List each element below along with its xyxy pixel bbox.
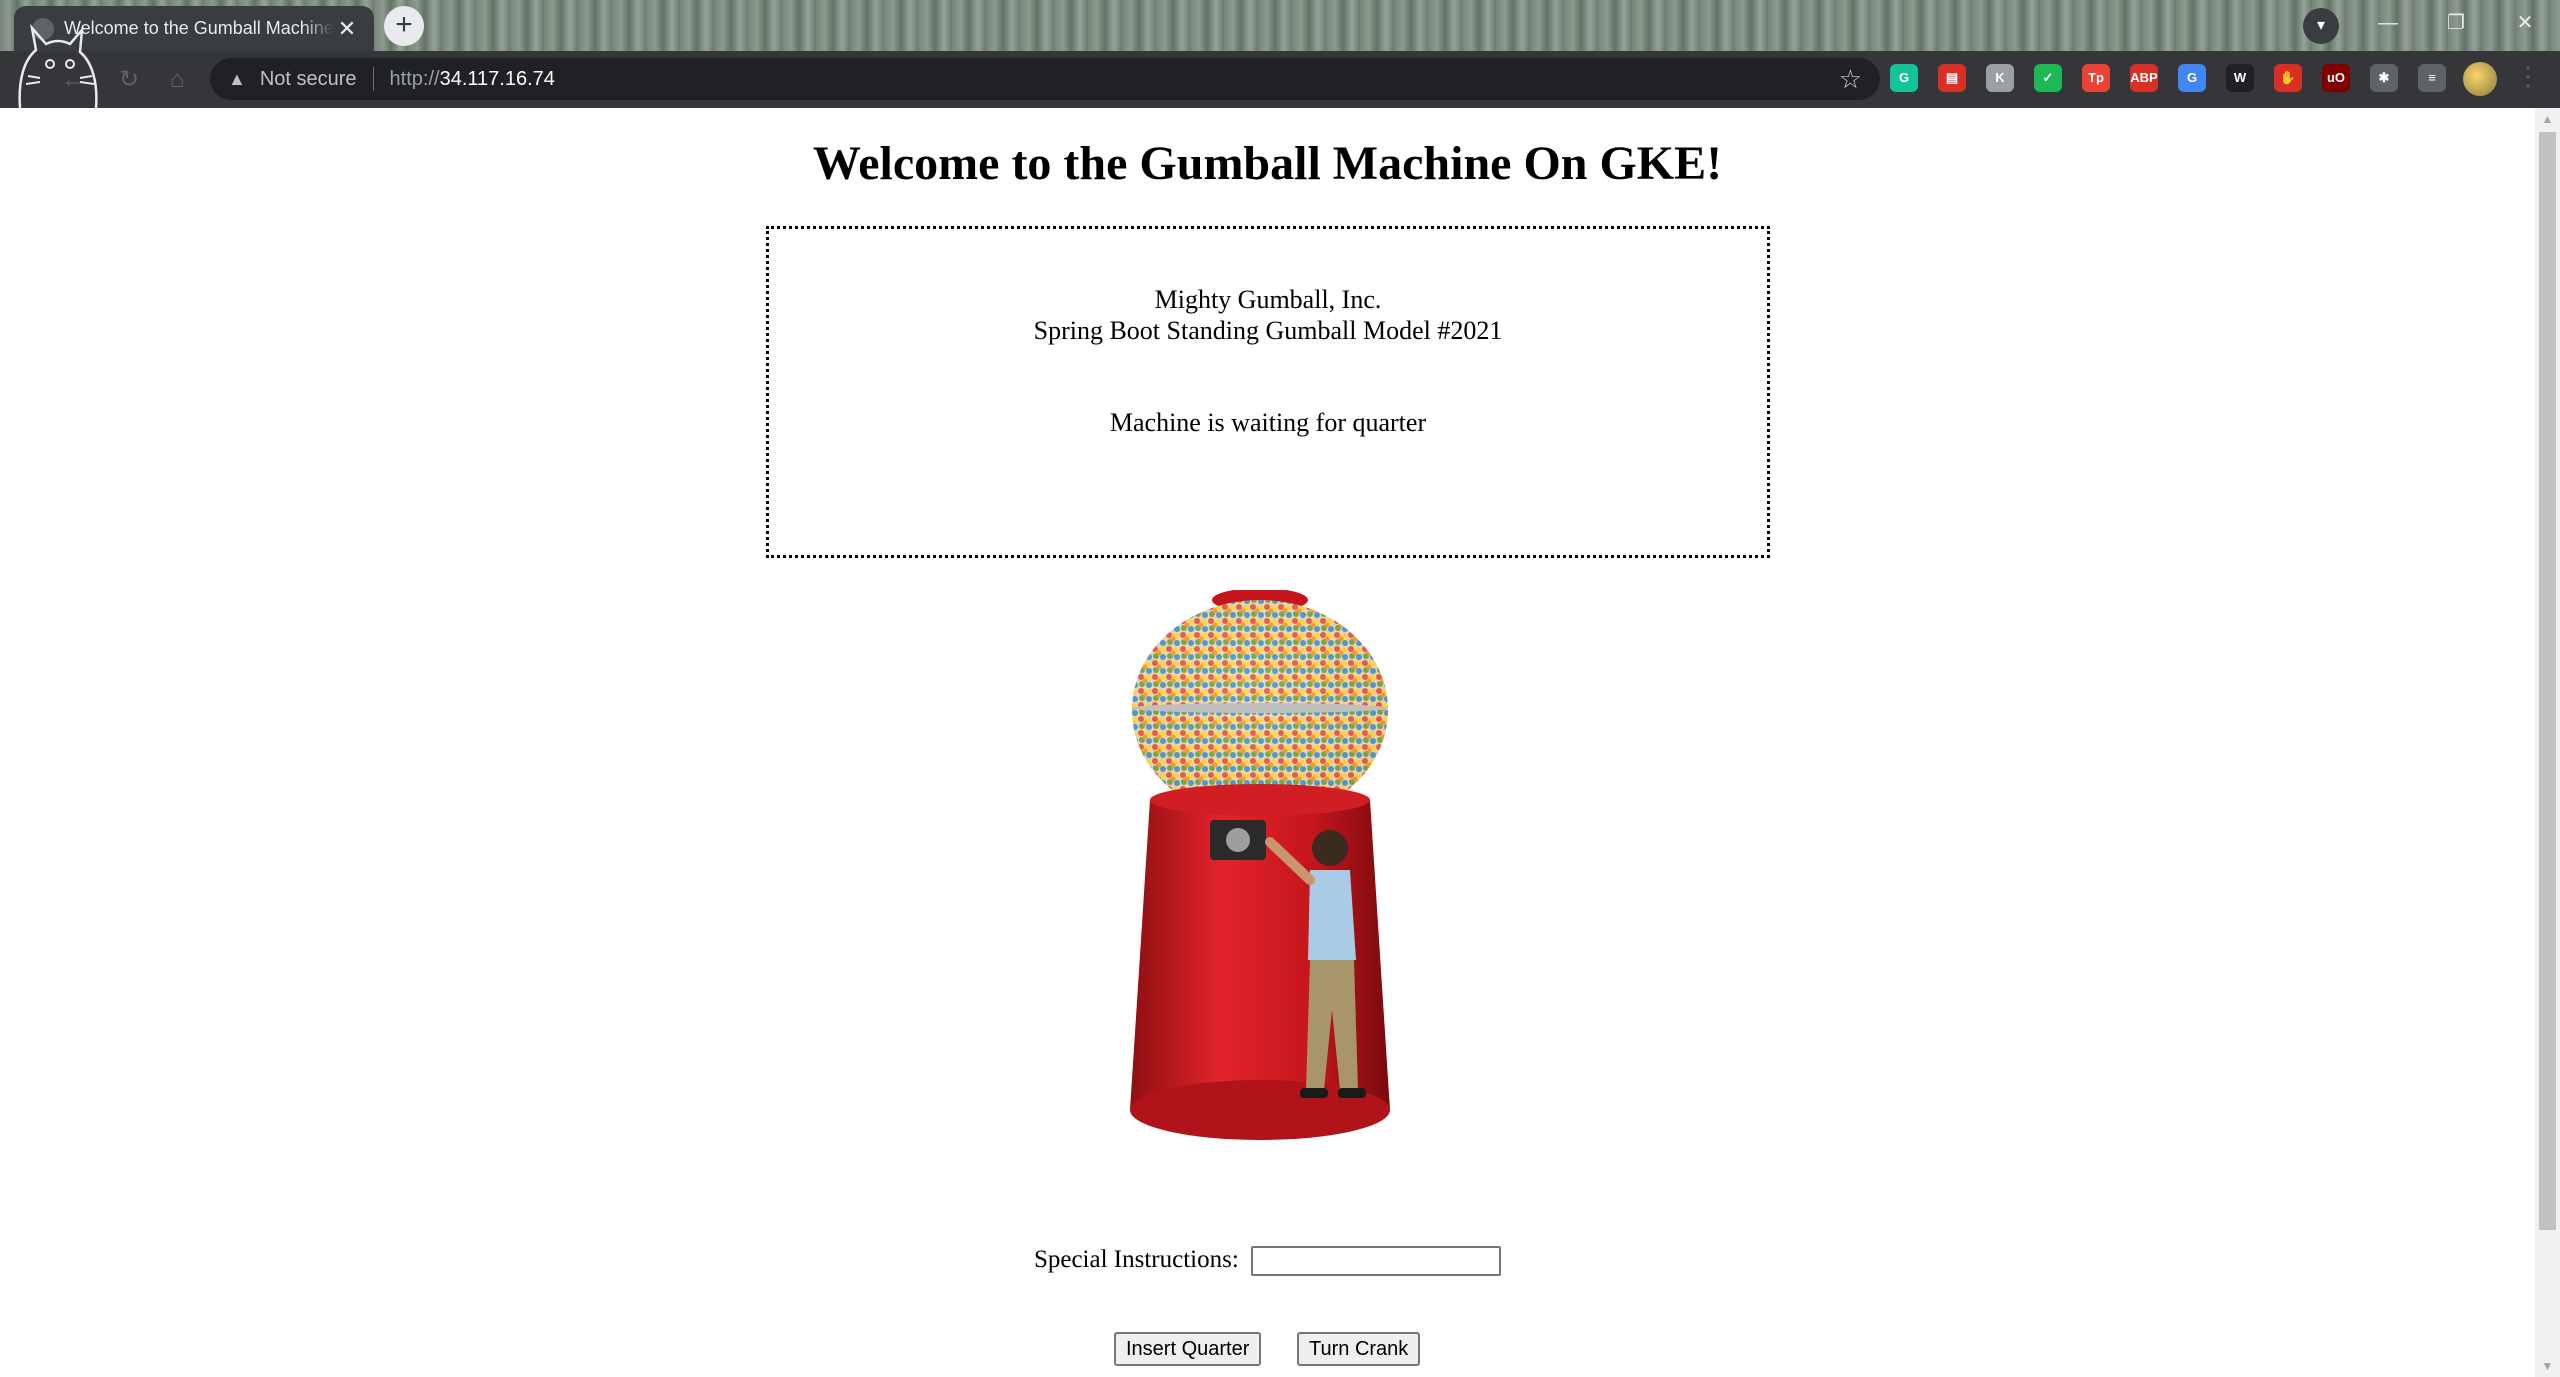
reload-icon[interactable]: ↻ (112, 63, 146, 97)
google-translate-icon[interactable]: G (2178, 64, 2206, 92)
tab-close-icon[interactable]: ✕ (334, 16, 360, 42)
home-icon[interactable]: ⌂ (160, 63, 194, 97)
bookmark-star-icon[interactable]: ☆ (1839, 64, 1862, 95)
extensions-puzzle-icon[interactable]: ✱ (2370, 64, 2398, 92)
ublock-icon[interactable]: uO (2322, 64, 2350, 92)
browser-toolbar: ← ↻ ⌂ ▲ Not secure http:// 34.117.16.74 … (0, 51, 2560, 108)
scroll-thumb[interactable] (2539, 132, 2556, 1230)
minimize-icon[interactable]: — (2363, 6, 2413, 40)
special-instructions-row: Special Instructions: (0, 1246, 2535, 1277)
security-label[interactable]: Not secure (260, 68, 357, 91)
pdf-icon[interactable]: ▤ (1938, 64, 1966, 92)
scroll-up-arrow-icon[interactable]: ▲ (2535, 112, 2560, 126)
gumball-machine-image (1130, 590, 1390, 1140)
restore-icon[interactable]: ❐ (2431, 6, 2481, 40)
turn-crank-button[interactable]: Turn Crank (1297, 1332, 1421, 1366)
hand-icon[interactable]: ✋ (2274, 64, 2302, 92)
special-instructions-input[interactable] (1251, 1246, 1502, 1277)
machine-state: Machine is waiting for quarter (1109, 408, 1427, 437)
model-name: Spring Boot Standing Gumball Model #2021 (1033, 316, 1503, 345)
wikiwand-icon[interactable]: W (2226, 64, 2254, 92)
special-instructions-label: Special Instructions: (1033, 1246, 1239, 1273)
scroll-down-arrow-icon[interactable]: ▼ (2535, 1359, 2560, 1373)
close-window-icon[interactable]: ✕ (2500, 6, 2550, 40)
machine-info-box: Mighty Gumball, Inc. Spring Boot Standin… (766, 226, 1770, 558)
insert-quarter-button[interactable]: Insert Quarter (1114, 1332, 1262, 1366)
translate-k-icon[interactable]: K (1986, 64, 2014, 92)
save-icon[interactable]: ✓ (2034, 64, 2062, 92)
adblock-icon[interactable]: ABP (2130, 64, 2158, 92)
grammarly-icon[interactable]: G (1890, 64, 1918, 92)
url-host[interactable]: 34.117.16.74 (440, 68, 555, 91)
vertical-scrollbar[interactable]: ▲ ▼ (2535, 108, 2560, 1377)
url-scheme[interactable]: http:// (390, 68, 440, 91)
menu-icon[interactable]: ⋮ (2515, 61, 2541, 92)
reading-list-icon[interactable]: ≡ (2418, 64, 2446, 92)
page-title: Welcome to the Gumball Machine On GKE! (812, 137, 1723, 190)
address-divider (372, 67, 374, 91)
profile-avatar[interactable] (2463, 62, 2497, 96)
tp-icon[interactable]: Tp (2082, 64, 2110, 92)
company-name: Mighty Gumball, Inc. (1154, 285, 1382, 314)
address-bar[interactable]: ▲ Not secure http:// 34.117.16.74 ☆ (210, 58, 1880, 100)
new-tab-button[interactable]: + (384, 6, 424, 46)
page-content: Welcome to the Gumball Machine On GKE! M… (0, 108, 2535, 1377)
totoro-theme-icon (18, 23, 98, 108)
warning-icon[interactable]: ▲ (228, 69, 246, 90)
tab-search-icon[interactable]: ▾ (2303, 8, 2339, 44)
